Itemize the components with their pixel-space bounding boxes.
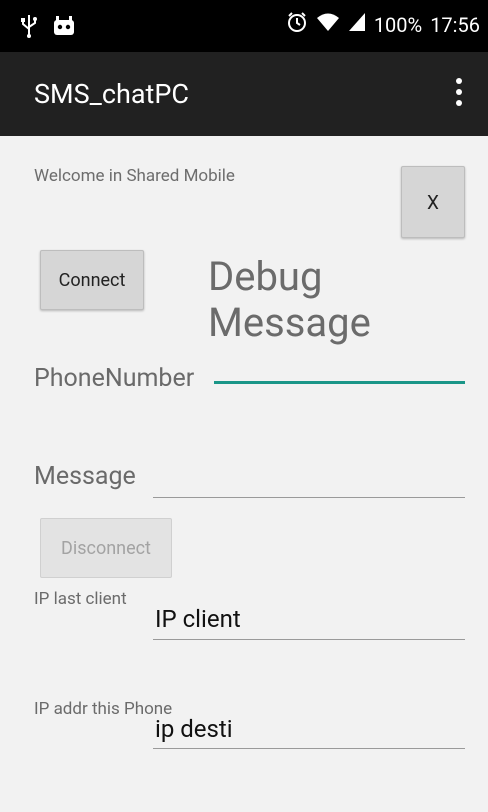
- main-content: Welcome in Shared Mobile X Connect Debug…: [0, 136, 488, 812]
- disconnect-button[interactable]: Disconnect: [40, 518, 172, 578]
- close-button[interactable]: X: [401, 166, 465, 238]
- message-label: Message: [34, 462, 136, 491]
- ip-client-underline: [153, 639, 465, 640]
- usb-icon: [20, 14, 38, 42]
- signal-icon: [348, 12, 366, 37]
- ip-desti-underline: [153, 748, 465, 749]
- connect-button[interactable]: Connect: [40, 250, 144, 310]
- more-vert-icon[interactable]: [454, 78, 464, 110]
- phone-number-underline: [214, 381, 465, 384]
- debug-message: Debug Message: [208, 254, 371, 346]
- battery-text: 100%: [373, 12, 423, 37]
- ip-addr-phone-label: IP addr this Phone: [34, 699, 173, 719]
- app-title: SMS_chatPC: [34, 78, 189, 110]
- status-bar: 100% 17:56: [0, 0, 488, 52]
- message-underline: [153, 497, 465, 498]
- action-bar: SMS_chatPC: [0, 52, 488, 136]
- ip-desti-input[interactable]: ip desti: [155, 715, 233, 743]
- debug-line-2: Message: [208, 299, 371, 346]
- wifi-icon: [316, 12, 340, 37]
- welcome-text: Welcome in Shared Mobile: [34, 166, 235, 186]
- debug-line-1: Debug: [208, 253, 323, 300]
- alarm-icon: [286, 11, 308, 38]
- android-icon: [52, 15, 76, 41]
- ip-client-input[interactable]: IP client: [155, 605, 241, 633]
- clock: 17:56: [430, 12, 480, 37]
- phone-number-label: PhoneNumber: [34, 364, 195, 393]
- ip-last-client-label: IP last client: [34, 589, 127, 609]
